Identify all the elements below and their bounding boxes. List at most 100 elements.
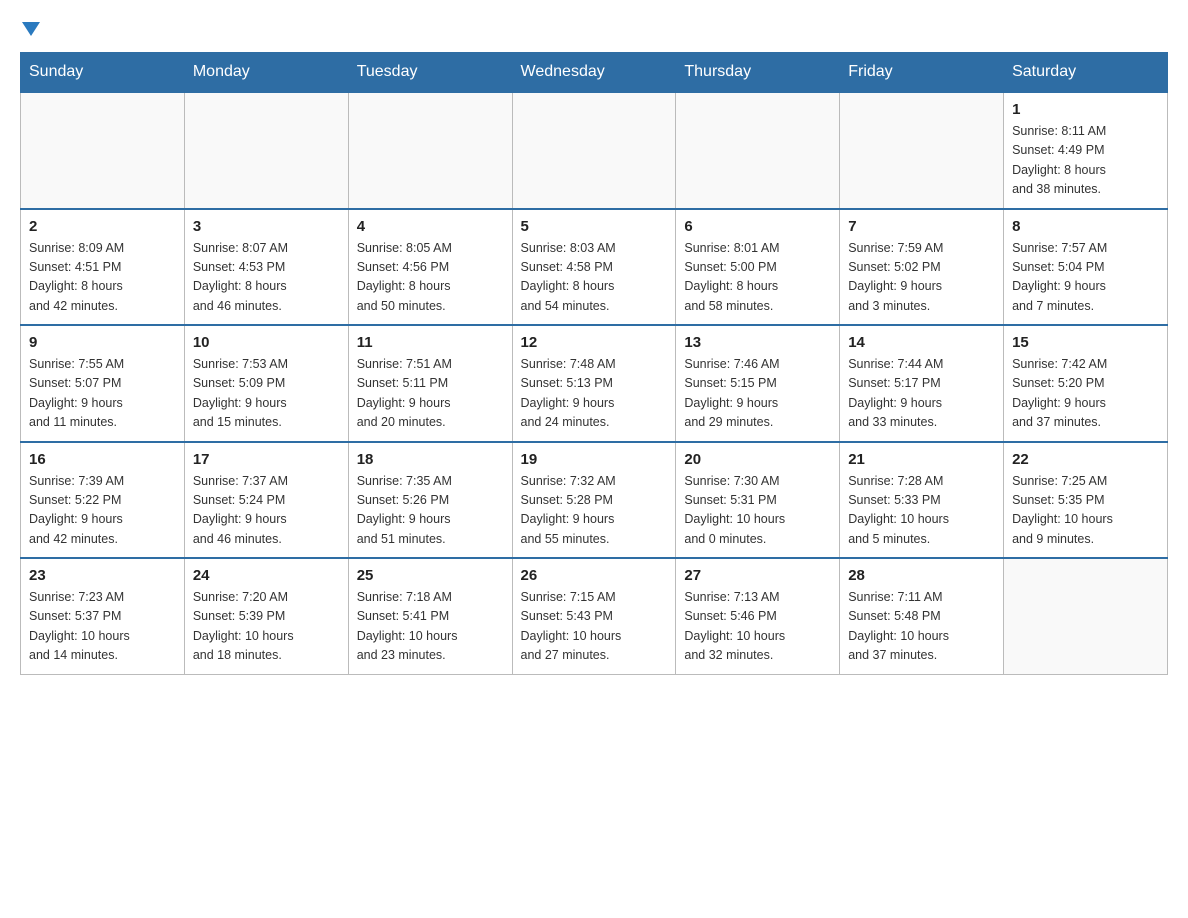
week-row-4: 16 Sunrise: 7:39 AMSunset: 5:22 PMDayligh… (21, 442, 1168, 559)
week-row-5: 23 Sunrise: 7:23 AMSunset: 5:37 PMDayligh… (21, 558, 1168, 674)
day-number: 5 (521, 218, 668, 235)
day-number: 17 (193, 451, 340, 468)
day-number: 8 (1012, 218, 1159, 235)
day-cell (1004, 558, 1168, 674)
day-info: Sunrise: 8:05 AMSunset: 4:56 PMDaylight:… (357, 239, 504, 317)
day-cell: 18 Sunrise: 7:35 AMSunset: 5:26 PMDayligh… (348, 442, 512, 559)
day-cell: 28 Sunrise: 7:11 AMSunset: 5:48 PMDayligh… (840, 558, 1004, 674)
day-info: Sunrise: 7:35 AMSunset: 5:26 PMDaylight:… (357, 472, 504, 550)
day-cell: 15 Sunrise: 7:42 AMSunset: 5:20 PMDayligh… (1004, 325, 1168, 442)
day-number: 14 (848, 334, 995, 351)
day-cell: 27Sunrise: 7:13 AMSunset: 5:46 PMDayligh… (676, 558, 840, 674)
weekday-header-friday: Friday (840, 53, 1004, 93)
day-cell: 2 Sunrise: 8:09 AMSunset: 4:51 PMDaylight… (21, 209, 185, 326)
weekday-header-monday: Monday (184, 53, 348, 93)
day-info: Sunrise: 7:15 AMSunset: 5:43 PMDaylight:… (521, 588, 668, 666)
day-number: 15 (1012, 334, 1159, 351)
day-cell: 16 Sunrise: 7:39 AMSunset: 5:22 PMDayligh… (21, 442, 185, 559)
day-cell: 19 Sunrise: 7:32 AMSunset: 5:28 PMDayligh… (512, 442, 676, 559)
calendar-table: SundayMondayTuesdayWednesdayThursdayFrid… (20, 52, 1168, 675)
day-info: Sunrise: 7:28 AMSunset: 5:33 PMDaylight:… (848, 472, 995, 550)
day-cell: 3 Sunrise: 8:07 AMSunset: 4:53 PMDaylight… (184, 209, 348, 326)
day-cell: 24 Sunrise: 7:20 AMSunset: 5:39 PMDayligh… (184, 558, 348, 674)
day-info: Sunrise: 7:39 AMSunset: 5:22 PMDaylight:… (29, 472, 176, 550)
day-info: Sunrise: 7:11 AMSunset: 5:48 PMDaylight:… (848, 588, 995, 666)
day-number: 22 (1012, 451, 1159, 468)
day-number: 16 (29, 451, 176, 468)
day-info: Sunrise: 7:37 AMSunset: 5:24 PMDaylight:… (193, 472, 340, 550)
day-cell (184, 92, 348, 209)
day-number: 3 (193, 218, 340, 235)
day-number: 25 (357, 567, 504, 584)
day-cell: 22 Sunrise: 7:25 AMSunset: 5:35 PMDayligh… (1004, 442, 1168, 559)
weekday-header-tuesday: Tuesday (348, 53, 512, 93)
day-cell: 26 Sunrise: 7:15 AMSunset: 5:43 PMDayligh… (512, 558, 676, 674)
logo (20, 20, 40, 36)
day-info: Sunrise: 8:11 AMSunset: 4:49 PMDaylight:… (1012, 122, 1159, 200)
day-number: 20 (684, 451, 831, 468)
day-number: 10 (193, 334, 340, 351)
day-cell: 10 Sunrise: 7:53 AMSunset: 5:09 PMDayligh… (184, 325, 348, 442)
day-info: Sunrise: 7:20 AMSunset: 5:39 PMDaylight:… (193, 588, 340, 666)
day-cell: 9 Sunrise: 7:55 AMSunset: 5:07 PMDaylight… (21, 325, 185, 442)
day-info: Sunrise: 7:46 AMSunset: 5:15 PMDaylight:… (684, 355, 831, 433)
day-number: 19 (521, 451, 668, 468)
day-info: Sunrise: 8:01 AMSunset: 5:00 PMDaylight:… (684, 239, 831, 317)
day-info: Sunrise: 7:57 AMSunset: 5:04 PMDaylight:… (1012, 239, 1159, 317)
weekday-header-thursday: Thursday (676, 53, 840, 93)
day-info: Sunrise: 7:23 AMSunset: 5:37 PMDaylight:… (29, 588, 176, 666)
day-cell: 17 Sunrise: 7:37 AMSunset: 5:24 PMDayligh… (184, 442, 348, 559)
day-number: 18 (357, 451, 504, 468)
day-number: 2 (29, 218, 176, 235)
day-number: 28 (848, 567, 995, 584)
day-info: Sunrise: 8:07 AMSunset: 4:53 PMDaylight:… (193, 239, 340, 317)
week-row-3: 9 Sunrise: 7:55 AMSunset: 5:07 PMDaylight… (21, 325, 1168, 442)
day-info: Sunrise: 7:32 AMSunset: 5:28 PMDaylight:… (521, 472, 668, 550)
day-number: 24 (193, 567, 340, 584)
day-cell: 8 Sunrise: 7:57 AMSunset: 5:04 PMDaylight… (1004, 209, 1168, 326)
day-number: 6 (684, 218, 831, 235)
day-cell: 25 Sunrise: 7:18 AMSunset: 5:41 PMDayligh… (348, 558, 512, 674)
day-cell: 21 Sunrise: 7:28 AMSunset: 5:33 PMDayligh… (840, 442, 1004, 559)
day-info: Sunrise: 7:48 AMSunset: 5:13 PMDaylight:… (521, 355, 668, 433)
day-info: Sunrise: 7:42 AMSunset: 5:20 PMDaylight:… (1012, 355, 1159, 433)
logo-triangle-icon (22, 22, 40, 36)
day-number: 4 (357, 218, 504, 235)
day-info: Sunrise: 7:44 AMSunset: 5:17 PMDaylight:… (848, 355, 995, 433)
day-info: Sunrise: 7:59 AMSunset: 5:02 PMDaylight:… (848, 239, 995, 317)
day-info: Sunrise: 7:55 AMSunset: 5:07 PMDaylight:… (29, 355, 176, 433)
day-number: 13 (684, 334, 831, 351)
day-cell: 20Sunrise: 7:30 AMSunset: 5:31 PMDayligh… (676, 442, 840, 559)
day-number: 7 (848, 218, 995, 235)
weekday-header-row: SundayMondayTuesdayWednesdayThursdayFrid… (21, 53, 1168, 93)
day-cell: 13 Sunrise: 7:46 AMSunset: 5:15 PMDayligh… (676, 325, 840, 442)
day-cell: 14 Sunrise: 7:44 AMSunset: 5:17 PMDayligh… (840, 325, 1004, 442)
day-cell: 4 Sunrise: 8:05 AMSunset: 4:56 PMDaylight… (348, 209, 512, 326)
day-cell (676, 92, 840, 209)
day-info: Sunrise: 7:53 AMSunset: 5:09 PMDaylight:… (193, 355, 340, 433)
day-cell (21, 92, 185, 209)
day-number: 26 (521, 567, 668, 584)
day-cell: 5 Sunrise: 8:03 AMSunset: 4:58 PMDaylight… (512, 209, 676, 326)
day-info: Sunrise: 8:03 AMSunset: 4:58 PMDaylight:… (521, 239, 668, 317)
day-cell: 12Sunrise: 7:48 AMSunset: 5:13 PMDayligh… (512, 325, 676, 442)
week-row-1: 1 Sunrise: 8:11 AMSunset: 4:49 PMDaylight… (21, 92, 1168, 209)
day-info: Sunrise: 7:18 AMSunset: 5:41 PMDaylight:… (357, 588, 504, 666)
day-cell: 7 Sunrise: 7:59 AMSunset: 5:02 PMDaylight… (840, 209, 1004, 326)
day-number: 11 (357, 334, 504, 351)
day-info: Sunrise: 8:09 AMSunset: 4:51 PMDaylight:… (29, 239, 176, 317)
day-number: 21 (848, 451, 995, 468)
week-row-2: 2 Sunrise: 8:09 AMSunset: 4:51 PMDaylight… (21, 209, 1168, 326)
day-number: 23 (29, 567, 176, 584)
weekday-header-sunday: Sunday (21, 53, 185, 93)
weekday-header-wednesday: Wednesday (512, 53, 676, 93)
day-info: Sunrise: 7:13 AMSunset: 5:46 PMDaylight:… (684, 588, 831, 666)
day-cell: 1 Sunrise: 8:11 AMSunset: 4:49 PMDaylight… (1004, 92, 1168, 209)
day-info: Sunrise: 7:25 AMSunset: 5:35 PMDaylight:… (1012, 472, 1159, 550)
day-cell: 11Sunrise: 7:51 AMSunset: 5:11 PMDayligh… (348, 325, 512, 442)
day-number: 1 (1012, 101, 1159, 118)
day-cell (512, 92, 676, 209)
day-cell: 6 Sunrise: 8:01 AMSunset: 5:00 PMDaylight… (676, 209, 840, 326)
day-cell (348, 92, 512, 209)
day-number: 9 (29, 334, 176, 351)
